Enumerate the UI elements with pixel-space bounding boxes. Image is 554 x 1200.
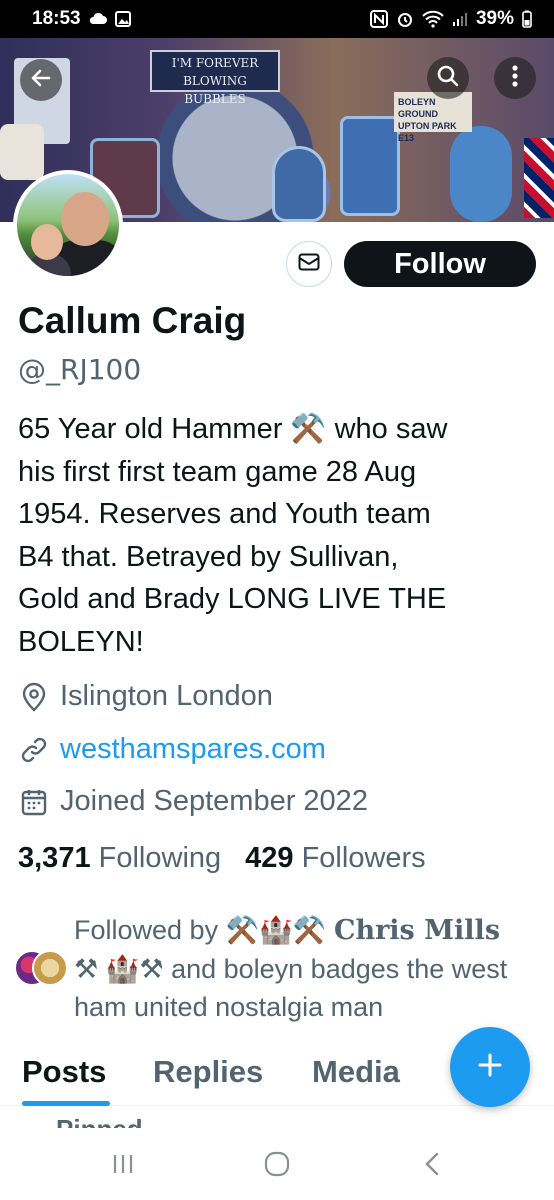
profile-handle: @_RJ100	[18, 353, 142, 386]
bio-line: his first first team game 28 Aug	[18, 455, 417, 488]
profile-name: Callum Craig	[18, 300, 247, 341]
banner-decoration	[272, 146, 326, 222]
compose-button[interactable]	[450, 1027, 530, 1107]
location-pin-icon	[18, 681, 50, 713]
banner-decoration	[0, 124, 44, 180]
status-bar: 18:53 39%	[0, 0, 554, 38]
back-arrow-icon	[29, 66, 53, 95]
bio-line: Gold and Brady LONG LIVE THE	[18, 583, 447, 615]
home-icon	[264, 1151, 290, 1182]
bio-line: B4 that. Betrayed by Sullivan,	[18, 540, 399, 573]
status-time: 18:53	[32, 8, 81, 29]
alarm-icon	[396, 10, 414, 28]
back-button[interactable]	[20, 59, 62, 101]
banner-sign: I'M FOREVER BLOWING BUBBLES	[150, 50, 280, 106]
follower-avatar	[32, 950, 68, 986]
recents-button[interactable]	[103, 1146, 143, 1186]
profile-location: Islington London	[18, 680, 273, 713]
profile-website[interactable]: westhamspares.com	[18, 733, 326, 766]
nfc-icon	[369, 10, 388, 28]
more-button[interactable]	[494, 57, 536, 99]
cloud-icon	[89, 12, 107, 26]
website-link[interactable]: westhamspares.com	[60, 733, 326, 766]
signal-icon	[452, 11, 468, 27]
search-icon	[436, 64, 460, 93]
profile-joined: Joined September 2022	[18, 785, 368, 818]
mail-icon	[298, 253, 320, 276]
bio-line: BOLEYN!	[18, 625, 144, 658]
calendar-icon	[18, 786, 50, 818]
image-icon	[114, 11, 131, 27]
bio-line: 1954. Reserves and Youth team	[18, 498, 431, 530]
following-count[interactable]: 3,371 Following	[18, 842, 221, 875]
followers-count[interactable]: 429 Followers	[245, 842, 426, 875]
battery-percent: 39%	[475, 8, 514, 29]
avatar[interactable]	[13, 170, 123, 280]
banner-decoration	[340, 116, 400, 216]
search-button[interactable]	[427, 57, 469, 99]
system-nav-bar	[0, 1128, 554, 1200]
link-icon	[18, 734, 50, 766]
followed-by[interactable]: Followed by ⚒️🏰⚒️ Chris Mills ⚒ 🏰⚒ and b…	[74, 911, 530, 1026]
profile-counts: 3,371 Following 429 Followers	[18, 842, 426, 875]
recents-icon	[111, 1153, 135, 1180]
tab-media[interactable]: Media	[312, 1054, 400, 1090]
joined-text: Joined September 2022	[60, 785, 368, 817]
active-tab-indicator	[22, 1101, 110, 1106]
tab-replies[interactable]: Replies	[153, 1054, 263, 1090]
banner-decoration	[450, 126, 512, 222]
follow-button[interactable]: Follow	[344, 241, 536, 287]
tab-posts[interactable]: Posts	[22, 1054, 106, 1090]
bio-line: 65 Year old Hammer ⚒️ who saw	[18, 413, 448, 445]
back-icon	[424, 1152, 440, 1181]
location-text: Islington London	[60, 680, 273, 712]
banner-plate: BOLEYN GROUND UPTON PARK E13	[394, 92, 472, 143]
wifi-icon	[422, 10, 444, 28]
battery-icon	[522, 10, 532, 28]
home-button[interactable]	[257, 1146, 297, 1186]
profile-bio: 65 Year old Hammer ⚒️ who saw his first …	[18, 408, 538, 663]
more-vertical-icon	[511, 64, 519, 93]
banner-flag	[524, 138, 554, 218]
message-button[interactable]	[286, 241, 332, 287]
plus-icon	[476, 1051, 504, 1084]
nav-back-button[interactable]	[412, 1146, 452, 1186]
